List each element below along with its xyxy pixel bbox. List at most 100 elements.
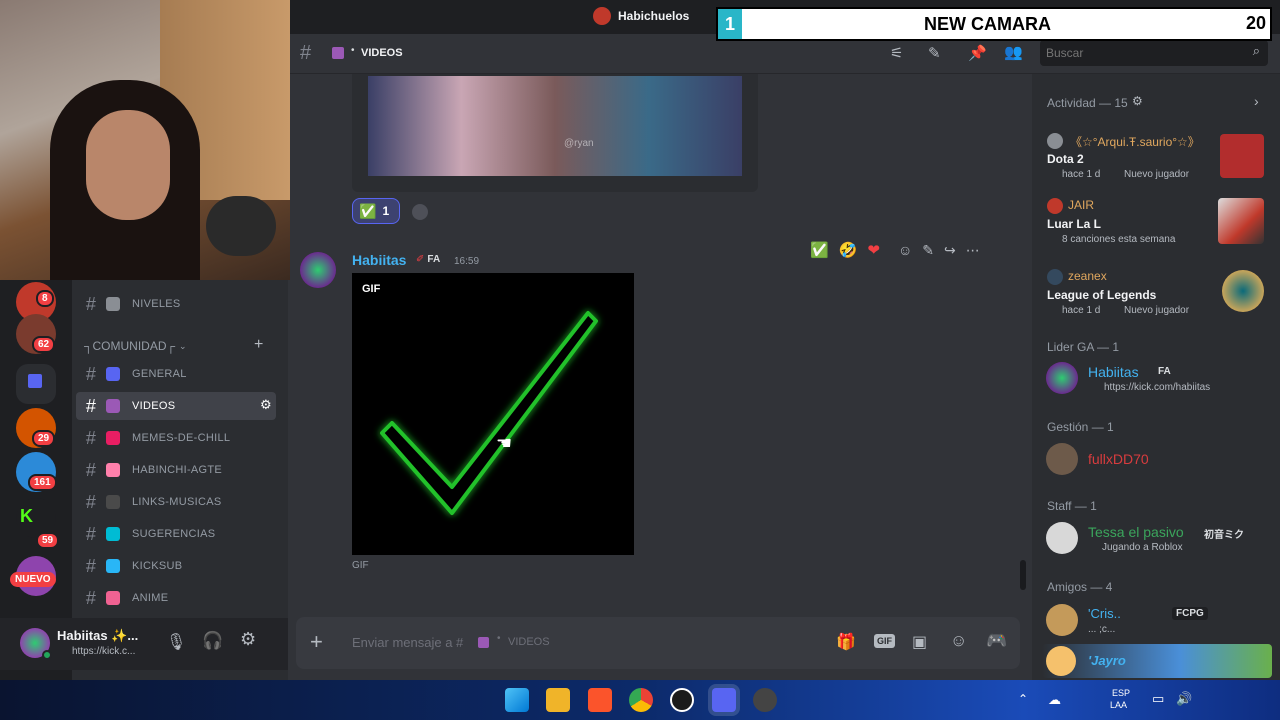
activities-icon[interactable]: 🎮 (986, 631, 1007, 651)
pencil-icon: ✐ (416, 254, 425, 265)
microphone-image (206, 196, 276, 256)
reaction-emoji: ✅ (359, 202, 377, 219)
message-author[interactable]: Habiitas (352, 252, 406, 268)
mention-badge: 62 (32, 336, 56, 353)
activity-user[interactable]: 《☆°Arqui.Ŧ.saurio°☆》 (1070, 133, 1200, 150)
channel-item-links-musicas[interactable]: # LINKS-MUSICAS (76, 488, 276, 516)
mention-badge: 8 (36, 290, 54, 307)
role-tag: FA (1158, 366, 1171, 377)
avatar[interactable] (1047, 198, 1063, 214)
dot-icon: • (497, 633, 501, 644)
file-explorer-icon[interactable] (546, 688, 570, 712)
channel-item-memes-de-chill[interactable]: # MEMES-DE-CHILL (76, 424, 276, 452)
threads-icon[interactable]: ⚟ (890, 44, 903, 62)
avatar[interactable] (1046, 362, 1078, 394)
status-online-icon (42, 650, 52, 660)
group-header: Lider GA — 1 (1047, 340, 1120, 354)
quick-reaction-check[interactable]: ✅ (810, 241, 829, 259)
chart-icon (106, 297, 120, 311)
avatar[interactable] (1047, 269, 1063, 285)
hash-icon: # (300, 42, 312, 64)
member-name[interactable]: 'Cris.. (1088, 606, 1121, 621)
channel-icon (106, 463, 120, 477)
chevron-right-icon[interactable]: › (1254, 93, 1259, 109)
channel-item-habinchi-agte[interactable]: # HABINCHI-AGTE (76, 456, 276, 484)
channel-item-kicksub[interactable]: # KICKSUB (76, 552, 276, 580)
user-status: https://kick.c... (72, 646, 136, 657)
server-avatar-icon (593, 7, 611, 25)
member-name[interactable]: Tessa el pasivo (1088, 524, 1184, 540)
hash-icon: # (85, 293, 97, 314)
avatar[interactable] (1046, 604, 1078, 636)
reply-icon[interactable]: ↪ (944, 242, 956, 259)
volume-icon[interactable]: 🔊 (1176, 691, 1192, 707)
network-icon[interactable]: ▭ (1152, 691, 1164, 707)
app-icon[interactable] (753, 688, 777, 712)
quick-reaction-heart[interactable]: ❤ (867, 241, 880, 259)
avatar[interactable] (1047, 133, 1063, 149)
gift-icon[interactable]: 🎁 (836, 632, 856, 652)
dot-icon: • (351, 45, 355, 56)
attach-plus-icon[interactable]: + (310, 629, 323, 655)
member-name[interactable]: fullxDD70 (1088, 451, 1149, 467)
cloud-icon[interactable]: ☁ (1048, 692, 1061, 708)
member-status: Jugando a Roblox (1102, 542, 1183, 553)
region-indicator[interactable]: LAA (1110, 700, 1127, 710)
brave-browser-icon[interactable] (588, 688, 612, 712)
channel-item-sugerencias[interactable]: # SUGERENCIAS (76, 520, 276, 548)
emoji-icon[interactable]: ☺ (950, 631, 967, 651)
pin-icon[interactable]: 📌 (968, 44, 987, 62)
mic-icon[interactable]: 🎙 (166, 632, 186, 652)
reaction-chip[interactable]: ✅ 1 (352, 198, 400, 224)
avatar[interactable] (1046, 522, 1078, 554)
channel-item-videos[interactable]: # VIDEOS ⚙ (76, 392, 276, 420)
video-embed[interactable]: @ryan (352, 74, 758, 192)
video-watermark: @ryan (564, 138, 594, 149)
add-reaction-icon[interactable] (412, 204, 428, 220)
activity-user[interactable]: zeanex (1068, 269, 1107, 283)
discord-icon[interactable] (712, 688, 736, 712)
message-composer[interactable]: + Enviar mensaje a # • VIDEOS 🎁 GIF ▣ ☺ … (296, 617, 1020, 669)
activity-meta: 8 canciones esta semana (1062, 234, 1176, 245)
channel-settings-icons[interactable]: ⚙ (260, 397, 272, 413)
video-thumbnail[interactable]: @ryan (368, 76, 742, 176)
members-icon[interactable]: 👥 (1004, 43, 1023, 61)
folder-icon[interactable] (16, 364, 56, 404)
channel-item-general[interactable]: # GENERAL (76, 360, 276, 388)
member-name[interactable]: Habiitas (1088, 364, 1139, 380)
scrollbar[interactable] (1020, 560, 1026, 590)
hash-icon: # (85, 491, 97, 512)
notification-tray-icon[interactable]: ⌃ (1018, 692, 1028, 706)
hash-icon: # (85, 427, 97, 448)
channel-item-niveles[interactable]: # NIVELES (76, 290, 276, 318)
quick-reaction-laugh[interactable]: 🤣 (839, 241, 858, 259)
add-reaction-icon[interactable]: ☺ (898, 242, 912, 258)
category-header[interactable]: ┐COMUNIDAD┌ ⌄ (84, 339, 187, 353)
activity-user[interactable]: JAIR (1068, 198, 1094, 212)
search-input[interactable] (1046, 44, 1236, 62)
windows-start-icon[interactable] (505, 688, 529, 712)
member-row-banner[interactable]: 'Jayro (1042, 644, 1272, 678)
more-icon[interactable]: ⋯ (966, 242, 980, 259)
mute-bell-icon[interactable]: ✎ (928, 44, 941, 62)
webcam-feed (0, 0, 290, 280)
add-channel-icon[interactable]: + (254, 336, 263, 354)
gear-icon[interactable]: ⚙ (1132, 94, 1143, 108)
author-avatar[interactable] (300, 252, 336, 288)
sticker-icon[interactable]: ▣ (912, 632, 927, 652)
edit-icon[interactable]: ✎ (922, 242, 934, 259)
headset-icon[interactable]: 🎧 (202, 631, 223, 651)
settings-gear-icon[interactable]: ⚙ (240, 629, 256, 650)
dota-game-icon (1220, 134, 1264, 178)
channel-item-anime[interactable]: # ANIME (76, 584, 276, 612)
avatar[interactable] (1046, 443, 1078, 475)
channel-icon (106, 591, 120, 605)
chrome-icon[interactable] (629, 688, 653, 712)
gif-embed[interactable]: GIF ☚ (352, 273, 634, 555)
user-name[interactable]: Habiitas ✨... (57, 628, 138, 644)
obs-icon[interactable] (670, 688, 694, 712)
lang-indicator[interactable]: ESP (1112, 688, 1130, 698)
search-box[interactable]: ⌕ (1040, 40, 1268, 66)
gif-picker-icon[interactable]: GIF (874, 634, 895, 648)
mention-badge: 161 (28, 474, 57, 491)
